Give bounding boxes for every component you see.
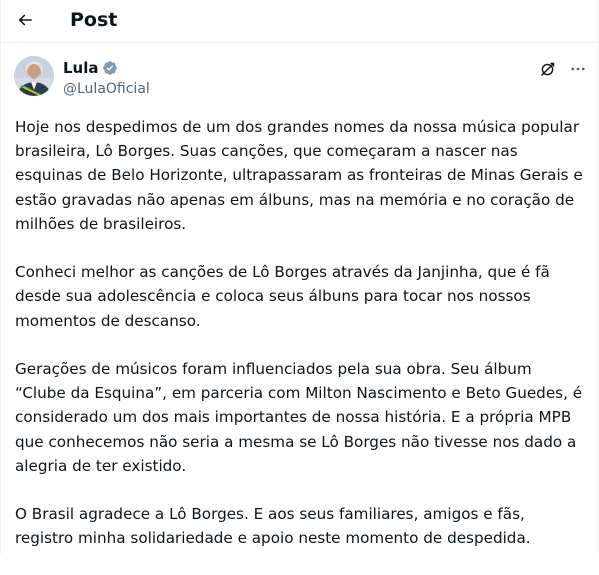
header-divider — [0, 42, 598, 43]
handle[interactable]: @LulaOficial — [63, 79, 150, 99]
left-border — [0, 0, 1, 554]
post-paragraph: Conheci melhor as canções de Lô Borges a… — [15, 263, 550, 330]
grok-icon — [540, 62, 554, 76]
arrow-left-icon — [18, 14, 32, 26]
grok-button[interactable] — [536, 58, 558, 80]
post-header: Post — [0, 0, 598, 42]
post-paragraph: O Brasil agradece a Lô Borges. E aos seu… — [15, 505, 531, 548]
display-name[interactable]: Lula — [63, 58, 99, 78]
more-options-button[interactable] — [566, 58, 590, 80]
verified-badge-icon — [102, 61, 117, 75]
page-title: Post — [70, 9, 118, 31]
author-names: Lula @LulaOficial — [63, 58, 150, 99]
avatar-image — [14, 56, 54, 96]
right-border — [597, 0, 598, 554]
avatar[interactable] — [14, 56, 54, 96]
author-row: Lula @LulaOficial — [14, 56, 585, 100]
post-text: Hoje nos despedimos de um dos grandes no… — [15, 115, 585, 575]
back-button[interactable] — [10, 5, 40, 35]
post-paragraph: Hoje nos despedimos de um dos grandes no… — [15, 118, 583, 233]
more-options-icon — [571, 67, 585, 71]
post-paragraph: Gerações de músicos foram influenciados … — [15, 360, 583, 475]
display-name-row: Lula — [63, 58, 150, 78]
